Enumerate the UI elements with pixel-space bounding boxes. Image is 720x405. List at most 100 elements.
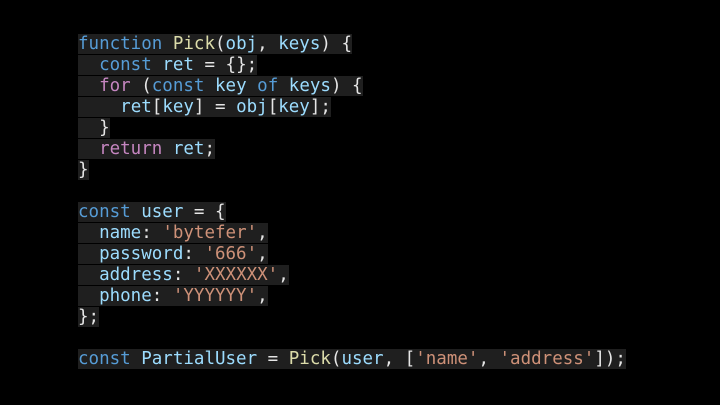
code-line-text: const ret = {}; xyxy=(78,55,258,75)
code-token: ] = xyxy=(193,97,237,117)
code-token: password xyxy=(99,244,184,264)
code-line: }; xyxy=(78,307,626,328)
code-token: ret xyxy=(162,55,194,75)
code-token: , xyxy=(257,286,268,306)
code-token: 'YYYYYY' xyxy=(172,286,258,306)
code-token: key xyxy=(278,97,310,117)
code-token: ) { xyxy=(330,76,363,96)
code-line-text: const user = { xyxy=(78,202,226,222)
code-token: key xyxy=(162,97,194,117)
code-token: PartialUser xyxy=(141,349,258,369)
code-line: phone: 'YYYYYY', xyxy=(78,286,626,307)
code-token: ) { xyxy=(320,34,352,54)
code-line: } xyxy=(78,118,626,139)
code-token: ret xyxy=(172,139,205,159)
code-line-text: for (const key of keys) { xyxy=(78,76,363,96)
code-token: ; xyxy=(204,139,215,159)
code-token: 'address' xyxy=(499,349,595,369)
code-token: } xyxy=(78,118,110,138)
code-token: , xyxy=(257,34,279,54)
code-token: const xyxy=(99,55,152,75)
code-line: return ret; xyxy=(78,139,626,160)
code-line: const PartialUser = Pick(user, ['name', … xyxy=(78,349,626,370)
code-token: const xyxy=(78,349,131,369)
code-token: ( xyxy=(215,34,226,54)
code-token: = {}; xyxy=(193,55,258,75)
code-line-text: } xyxy=(78,118,110,138)
code-token: return xyxy=(99,139,163,159)
code-line-text: function Pick(obj, keys) { xyxy=(78,34,352,54)
code-token: address xyxy=(99,265,173,285)
code-token: keys xyxy=(288,76,331,96)
code-token: const xyxy=(78,202,131,222)
code-token: Pick xyxy=(172,34,215,54)
code-token: 'XXXXXX' xyxy=(193,265,279,285)
code-token: 'bytefer' xyxy=(162,223,258,243)
code-token: , xyxy=(278,265,289,285)
code-token: obj xyxy=(236,97,268,117)
code-token: ( xyxy=(130,76,152,96)
code-line-text: }; xyxy=(78,307,100,327)
code-token: }; xyxy=(78,307,100,327)
code-token: , xyxy=(257,223,268,243)
code-line-text: } xyxy=(78,160,89,180)
code-line: address: 'XXXXXX', xyxy=(78,265,626,286)
code-token: ]); xyxy=(594,349,626,369)
code-token: key xyxy=(215,76,247,96)
code-token: for xyxy=(99,76,131,96)
code-line-text: address: 'XXXXXX', xyxy=(78,265,289,285)
code-token: [ xyxy=(267,97,279,117)
code-line-text: phone: 'YYYYYY', xyxy=(78,286,268,306)
code-line-text: return ret; xyxy=(78,139,215,159)
code-token: : xyxy=(141,223,163,243)
code-token: user xyxy=(141,202,184,222)
code-token: , [ xyxy=(383,349,416,369)
code-token: ret xyxy=(120,97,152,117)
code-screenshot: function Pick(obj, keys) { const ret = {… xyxy=(0,0,720,405)
code-block: function Pick(obj, keys) { const ret = {… xyxy=(78,34,626,370)
code-token: name xyxy=(99,223,142,243)
code-token: function xyxy=(78,34,163,54)
code-token: '666' xyxy=(204,244,258,264)
code-token: ( xyxy=(330,349,342,369)
code-token: obj xyxy=(225,34,258,54)
code-token: [ xyxy=(151,97,163,117)
code-line-text: name: 'bytefer', xyxy=(78,223,268,243)
code-token: Pick xyxy=(288,349,331,369)
code-line-text: password: '666', xyxy=(78,244,268,264)
code-token: : xyxy=(183,244,205,264)
code-token: phone xyxy=(99,286,152,306)
code-token: of xyxy=(257,76,279,96)
code-token: const xyxy=(151,76,205,96)
code-token: , xyxy=(478,349,500,369)
code-line: for (const key of keys) { xyxy=(78,76,626,97)
code-line: const ret = {}; xyxy=(78,55,626,76)
code-line: function Pick(obj, keys) { xyxy=(78,34,626,55)
code-line-text: const PartialUser = Pick(user, ['name', … xyxy=(78,349,626,369)
code-token: keys xyxy=(278,34,321,54)
code-token: 'name' xyxy=(415,349,479,369)
code-line: password: '666', xyxy=(78,244,626,265)
code-token: : xyxy=(172,265,194,285)
code-token: = { xyxy=(183,202,226,222)
code-line: const user = { xyxy=(78,202,626,223)
code-line: name: 'bytefer', xyxy=(78,223,626,244)
